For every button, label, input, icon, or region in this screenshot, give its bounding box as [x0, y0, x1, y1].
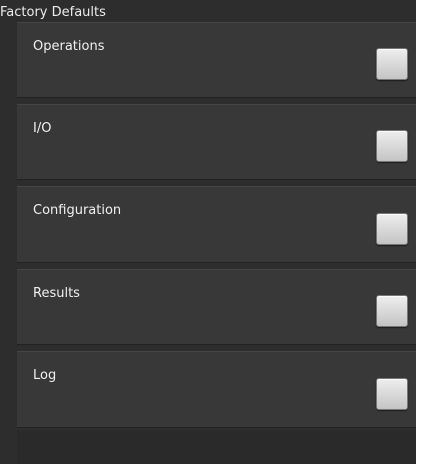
- option-label-operations: Operations: [33, 39, 105, 54]
- log-checkbox[interactable]: [376, 378, 408, 410]
- results-checkbox[interactable]: [376, 295, 408, 327]
- option-label-results: Results: [33, 286, 80, 301]
- io-checkbox[interactable]: [376, 130, 408, 162]
- option-label-log: Log: [33, 368, 57, 383]
- option-label-io: I/O: [33, 121, 52, 136]
- option-row-io: I/O: [17, 104, 416, 180]
- option-row-log: Log: [17, 351, 416, 428]
- option-row-operations: Operations: [17, 22, 416, 98]
- panel-footer: [17, 430, 416, 464]
- factory-defaults-panel: Factory Defaults Operations I/O Configur…: [0, 0, 416, 464]
- configuration-checkbox[interactable]: [376, 213, 408, 245]
- option-row-configuration: Configuration: [17, 186, 416, 263]
- operations-checkbox[interactable]: [376, 48, 408, 80]
- option-label-configuration: Configuration: [33, 203, 122, 218]
- panel-title: Factory Defaults: [0, 5, 106, 20]
- option-row-results: Results: [17, 269, 416, 345]
